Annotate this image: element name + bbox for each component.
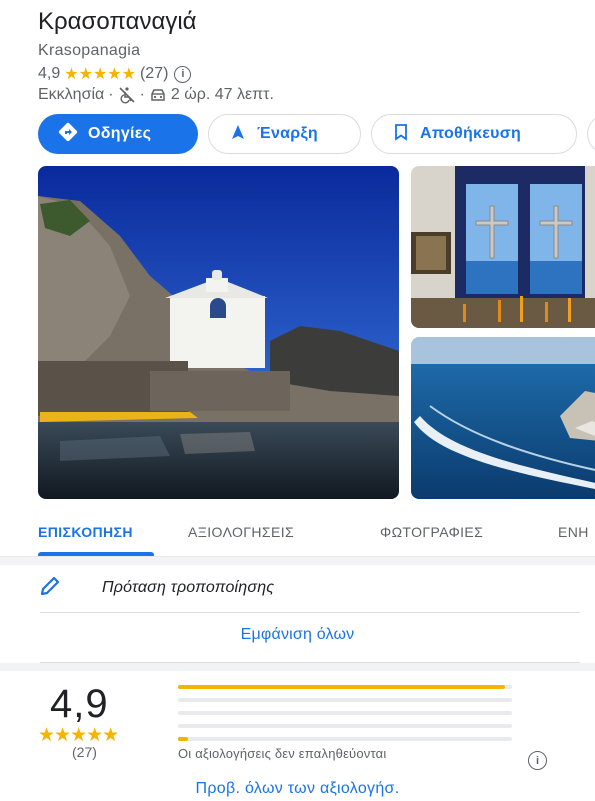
rating-bar-3 (178, 711, 512, 715)
travel-time: 2 ώρ. 47 λεπτ. (170, 86, 274, 103)
separator-dot: · (139, 86, 145, 103)
rating-distribution (178, 685, 512, 750)
rating-bar-5 (178, 685, 512, 689)
tab-overview[interactable]: ΕΠΙΣΚΟΠΗΣΗ (38, 524, 133, 540)
more-actions-chip[interactable] (587, 114, 595, 154)
suggest-edit-row[interactable]: Πρόταση τροποποίησης (38, 572, 274, 604)
show-all-link[interactable]: Εμφάνιση όλων (0, 626, 595, 644)
directions-label: Οδηγίες (88, 125, 152, 142)
suggest-edit-label: Πρόταση τροποποίησης (102, 579, 275, 596)
church-photo[interactable] (38, 166, 399, 499)
average-rating: 4,9 (50, 682, 109, 726)
review-count: (27) (139, 65, 169, 82)
tab-bar: ΕΠΙΣΚΟΠΗΣΗ ΑΞΙΟΛΟΓΗΣΕΙΣ ΦΩΤΟΓΡΑΦΙΕΣ ΕΝΗ (0, 518, 595, 558)
bookmark-icon (392, 123, 410, 146)
rating-bar-2 (178, 724, 512, 728)
directions-button[interactable]: Οδηγίες (38, 114, 198, 154)
save-button[interactable]: Αποθήκευση (371, 114, 577, 154)
action-chips: Οδηγίες Έναρξη Αποθήκευση (38, 114, 595, 154)
rating-bar-4 (178, 698, 512, 702)
separator-dot: · (108, 86, 114, 103)
rating-bar-fill (178, 685, 506, 689)
see-all-reviews-link[interactable]: Προβ. όλων των αξιολογήσ. (0, 780, 595, 798)
interior-photo[interactable] (411, 166, 595, 328)
total-review-count: (27) (72, 744, 97, 760)
start-label: Έναρξη (257, 125, 318, 142)
save-label: Αποθήκευση (420, 125, 522, 142)
rating-bar-1 (178, 737, 512, 741)
car-icon (149, 86, 167, 104)
info-icon[interactable]: i (528, 751, 547, 770)
meta-row: Εκκλησία · · 2 ώρ. 47 λεπτ. (38, 86, 274, 104)
tab-updates[interactable]: ΕΝΗ (558, 524, 589, 540)
info-icon[interactable]: i (174, 65, 192, 83)
unverified-note: Οι αξιολογήσεις δεν επαληθεύονται (178, 746, 387, 761)
boat-photo[interactable] (411, 337, 595, 499)
no-wheelchair-icon (118, 86, 136, 104)
section-divider (0, 663, 595, 671)
rating-value: 4,9 (38, 65, 61, 82)
place-subtitle: Krasopanagia (38, 42, 141, 59)
start-button[interactable]: Έναρξη (208, 114, 361, 154)
pencil-icon (38, 574, 62, 603)
navigation-arrow-icon (229, 123, 247, 146)
rating-stars: ★★★★★ (64, 66, 136, 83)
photo-gallery[interactable] (0, 166, 595, 500)
rating-row[interactable]: 4,9 ★★★★★ (27) i (38, 64, 192, 84)
directions-icon (58, 122, 78, 147)
category-label: Εκκλησία (38, 86, 105, 103)
tab-reviews[interactable]: ΑΞΙΟΛΟΓΗΣΕΙΣ (188, 524, 294, 540)
section-divider (0, 557, 595, 565)
divider (40, 612, 580, 613)
place-title: Κρασοπαναγιά (38, 8, 197, 35)
tab-photos[interactable]: ΦΩΤΟΓΡΑΦΙΕΣ (380, 524, 483, 540)
rating-bar-fill (178, 737, 189, 741)
